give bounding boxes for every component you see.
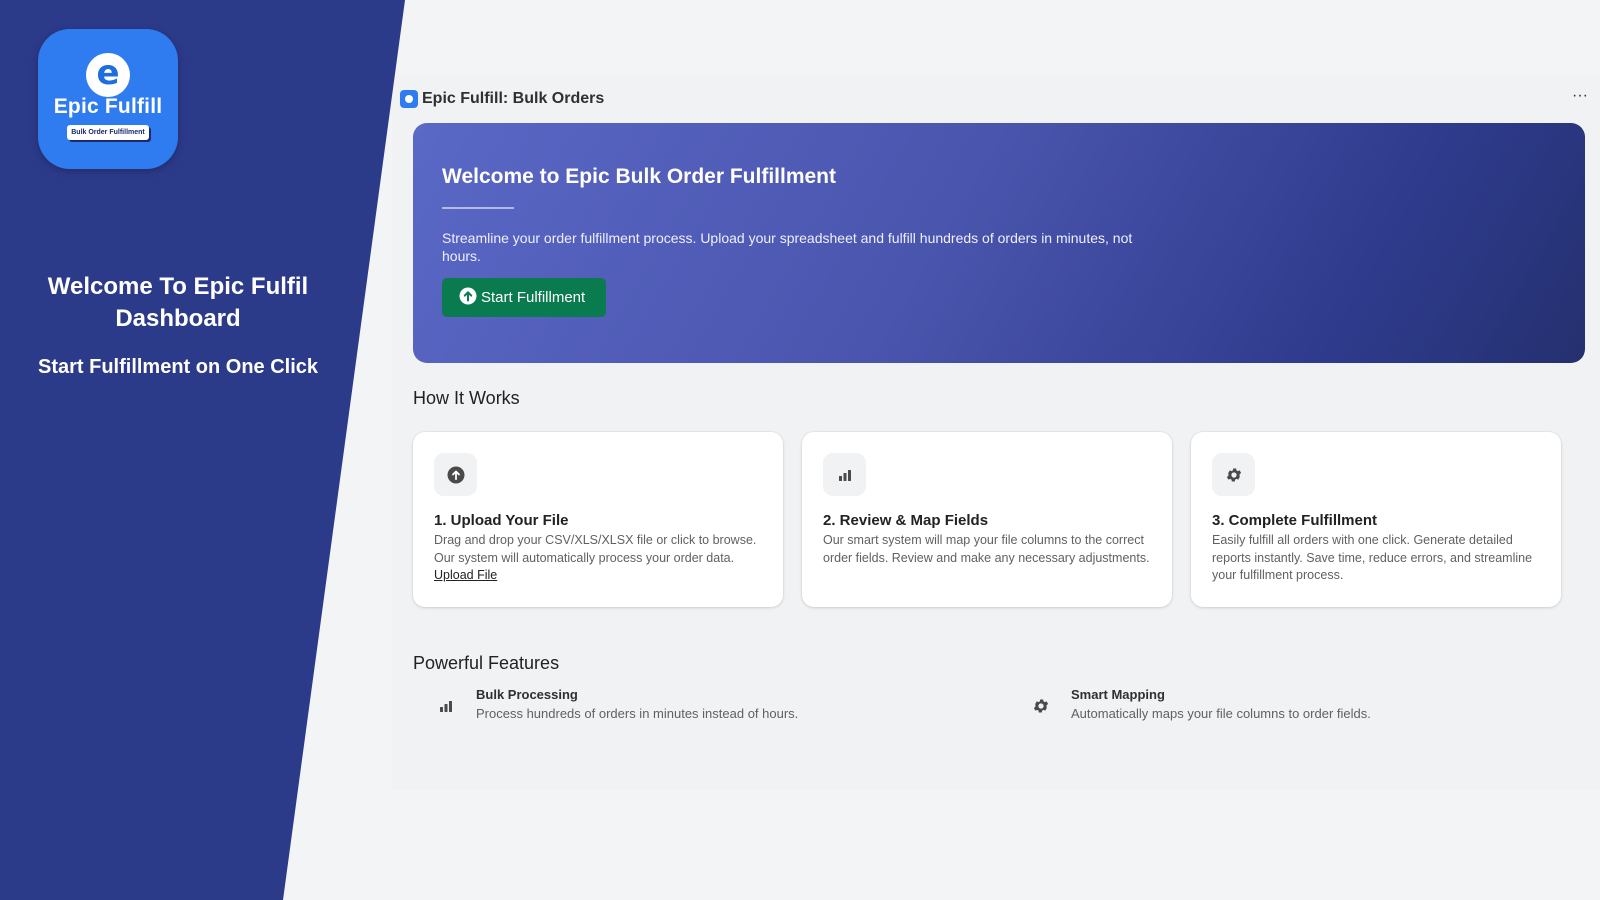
promo-panel: e Epic Fulfill Bulk Order Fulfillment We… (0, 0, 405, 900)
banner-divider (442, 207, 514, 209)
bar-chart-icon (823, 453, 866, 496)
step-card-upload: 1. Upload Your File Drag and drop your C… (413, 432, 783, 607)
upload-arrow-icon (459, 287, 477, 309)
step-description: Drag and drop your CSV/XLS/XLSX file or … (434, 533, 757, 565)
powerful-features-title: Powerful Features (413, 653, 560, 673)
step-card-complete: 3. Complete Fulfillment Easily fulfill a… (1191, 432, 1561, 607)
steps-row: 1. Upload Your File Drag and drop your C… (413, 432, 1585, 607)
features-list: Bulk Processing Process hundreds of orde… (413, 685, 1585, 735)
gear-icon (1022, 687, 1060, 725)
feature-description: Process hundreds of orders in minutes in… (476, 706, 799, 721)
banner-description: Streamline your order fulfillment proces… (442, 230, 1133, 264)
logo-name: Epic Fulfill (53, 95, 163, 118)
step-description: Easily fulfill all orders with one click… (1212, 533, 1533, 582)
step-card-map-fields: 2. Review & Map Fields Our smart system … (802, 432, 1172, 607)
step-title: 1. Upload Your File (434, 512, 569, 529)
step-title: 3. Complete Fulfillment (1212, 512, 1378, 529)
app-window: Epic Fulfill: Bulk Orders ··· Welcome to… (392, 75, 1600, 790)
app-titlebar: Epic Fulfill: Bulk Orders (400, 88, 604, 110)
step-title: 2. Review & Map Fields (823, 512, 989, 529)
feature-description: Automatically maps your file columns to … (1071, 706, 1371, 721)
promo-subtitle: Start Fulfillment on One Click (37, 356, 319, 378)
logo-e-icon: e (86, 53, 130, 97)
banner-title: Welcome to Epic Bulk Order Fulfillment (442, 165, 837, 188)
start-fulfillment-label: Start Fulfillment (481, 289, 586, 306)
feature-title: Bulk Processing (476, 687, 578, 702)
upload-arrow-icon (434, 453, 477, 496)
start-fulfillment-button[interactable]: Start Fulfillment (442, 278, 607, 317)
logo-tagline: Bulk Order Fulfillment (67, 125, 149, 140)
upload-file-link[interactable]: Upload File (434, 568, 497, 582)
how-it-works-title: How It Works (413, 388, 520, 408)
app-logo: e Epic Fulfill Bulk Order Fulfillment (38, 29, 178, 169)
welcome-banner: Welcome to Epic Bulk Order Fulfillment S… (413, 123, 1585, 363)
feature-title: Smart Mapping (1071, 687, 1165, 702)
step-description: Our smart system will map your file colu… (823, 533, 1150, 565)
app-icon (400, 90, 418, 108)
more-options-icon[interactable]: ··· (1568, 87, 1592, 109)
promo-title: Welcome To Epic Fulfil Dashboard (47, 273, 309, 332)
app-title: Epic Fulfill: Bulk Orders (422, 90, 605, 107)
gear-icon (1212, 453, 1255, 496)
bar-chart-icon (427, 687, 465, 725)
